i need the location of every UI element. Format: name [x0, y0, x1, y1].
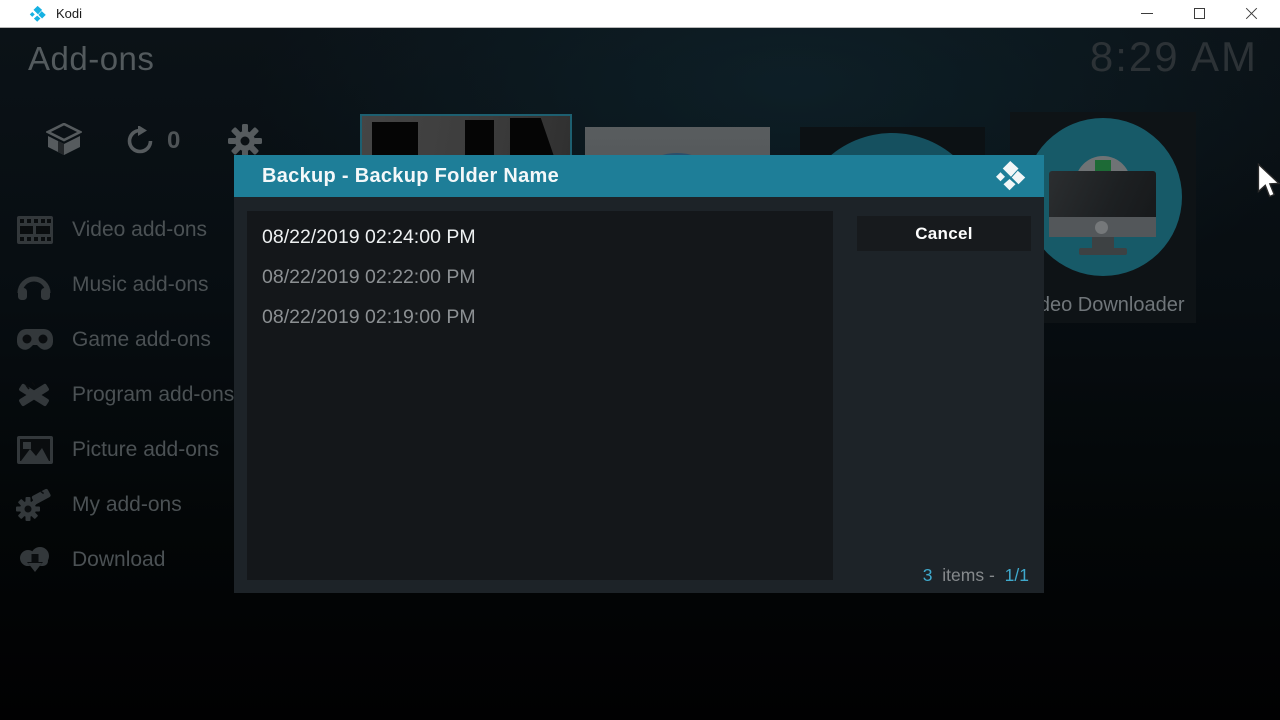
items-label: items -	[942, 565, 995, 585]
mouse-cursor	[1256, 163, 1280, 199]
film-icon	[16, 215, 54, 245]
program-tools-icon	[16, 379, 52, 411]
gamepad-icon	[16, 325, 54, 355]
refresh-count: 0	[167, 127, 180, 155]
window-titlebar: Kodi	[0, 0, 1280, 28]
maximize-icon	[1194, 8, 1205, 19]
settings-gear-icon[interactable]	[228, 124, 262, 158]
sidebar-item-program-addons[interactable]: Program add-ons	[0, 373, 240, 417]
clock: 8:29 AM	[1090, 33, 1258, 81]
addon-package-icon[interactable]	[46, 123, 82, 157]
items-count-status: 3 items - 1/1	[923, 565, 1029, 586]
sidebar-item-label: Game add-ons	[72, 328, 211, 352]
list-item[interactable]: 08/22/2019 02:19:00 PM	[247, 297, 833, 337]
kodi-logo-icon	[994, 161, 1028, 191]
gear-wrench-icon	[16, 488, 52, 522]
sidebar-item-label: Music add-ons	[72, 273, 209, 297]
kodi-window: Kodi Add-ons 8:29 AM 0	[0, 0, 1280, 720]
monitor-base	[1079, 248, 1127, 255]
dialog-header: Backup - Backup Folder Name	[234, 155, 1044, 197]
monitor-screen	[1049, 171, 1156, 217]
backup-folder-dialog: Backup - Backup Folder Name 08/22/2019 0…	[234, 155, 1044, 593]
items-count: 3	[923, 565, 933, 585]
sidebar-item-label: Video add-ons	[72, 218, 207, 242]
maximize-button[interactable]	[1176, 0, 1222, 27]
sidebar-item-video-addons[interactable]: Video add-ons	[0, 208, 240, 252]
backup-list: 08/22/2019 02:24:00 PM 08/22/2019 02:22:…	[247, 211, 833, 580]
sidebar-item-my-addons[interactable]: My add-ons	[0, 483, 240, 527]
page-indicator: 1/1	[1005, 565, 1029, 585]
sidebar-item-music-addons[interactable]: Music add-ons	[0, 263, 240, 307]
sidebar-item-picture-addons[interactable]: Picture add-ons	[0, 428, 240, 472]
kodi-logo-icon	[29, 5, 47, 23]
list-item[interactable]: 08/22/2019 02:24:00 PM	[247, 217, 833, 257]
window-title: Kodi	[56, 6, 82, 21]
sidebar-item-label: Download	[72, 548, 165, 572]
close-button[interactable]	[1228, 0, 1274, 27]
picture-icon	[16, 435, 54, 465]
headphones-icon	[16, 269, 52, 301]
cloud-download-icon	[16, 544, 54, 576]
dialog-title: Backup - Backup Folder Name	[262, 155, 559, 197]
refresh-icon[interactable]	[125, 126, 155, 156]
sidebar-item-label: Program add-ons	[72, 383, 234, 407]
minimize-button[interactable]	[1124, 0, 1170, 27]
page-title: Add-ons	[28, 40, 154, 78]
list-item[interactable]: 08/22/2019 02:22:00 PM	[247, 257, 833, 297]
monitor-dot	[1095, 221, 1108, 234]
close-icon	[1245, 7, 1258, 20]
sidebar-item-label: My add-ons	[72, 493, 182, 517]
sidebar-item-label: Picture add-ons	[72, 438, 219, 462]
cancel-button[interactable]: Cancel	[857, 216, 1031, 251]
minimize-icon	[1141, 13, 1153, 14]
sidebar-item-game-addons[interactable]: Game add-ons	[0, 318, 240, 362]
sidebar-item-download[interactable]: Download	[0, 538, 240, 582]
